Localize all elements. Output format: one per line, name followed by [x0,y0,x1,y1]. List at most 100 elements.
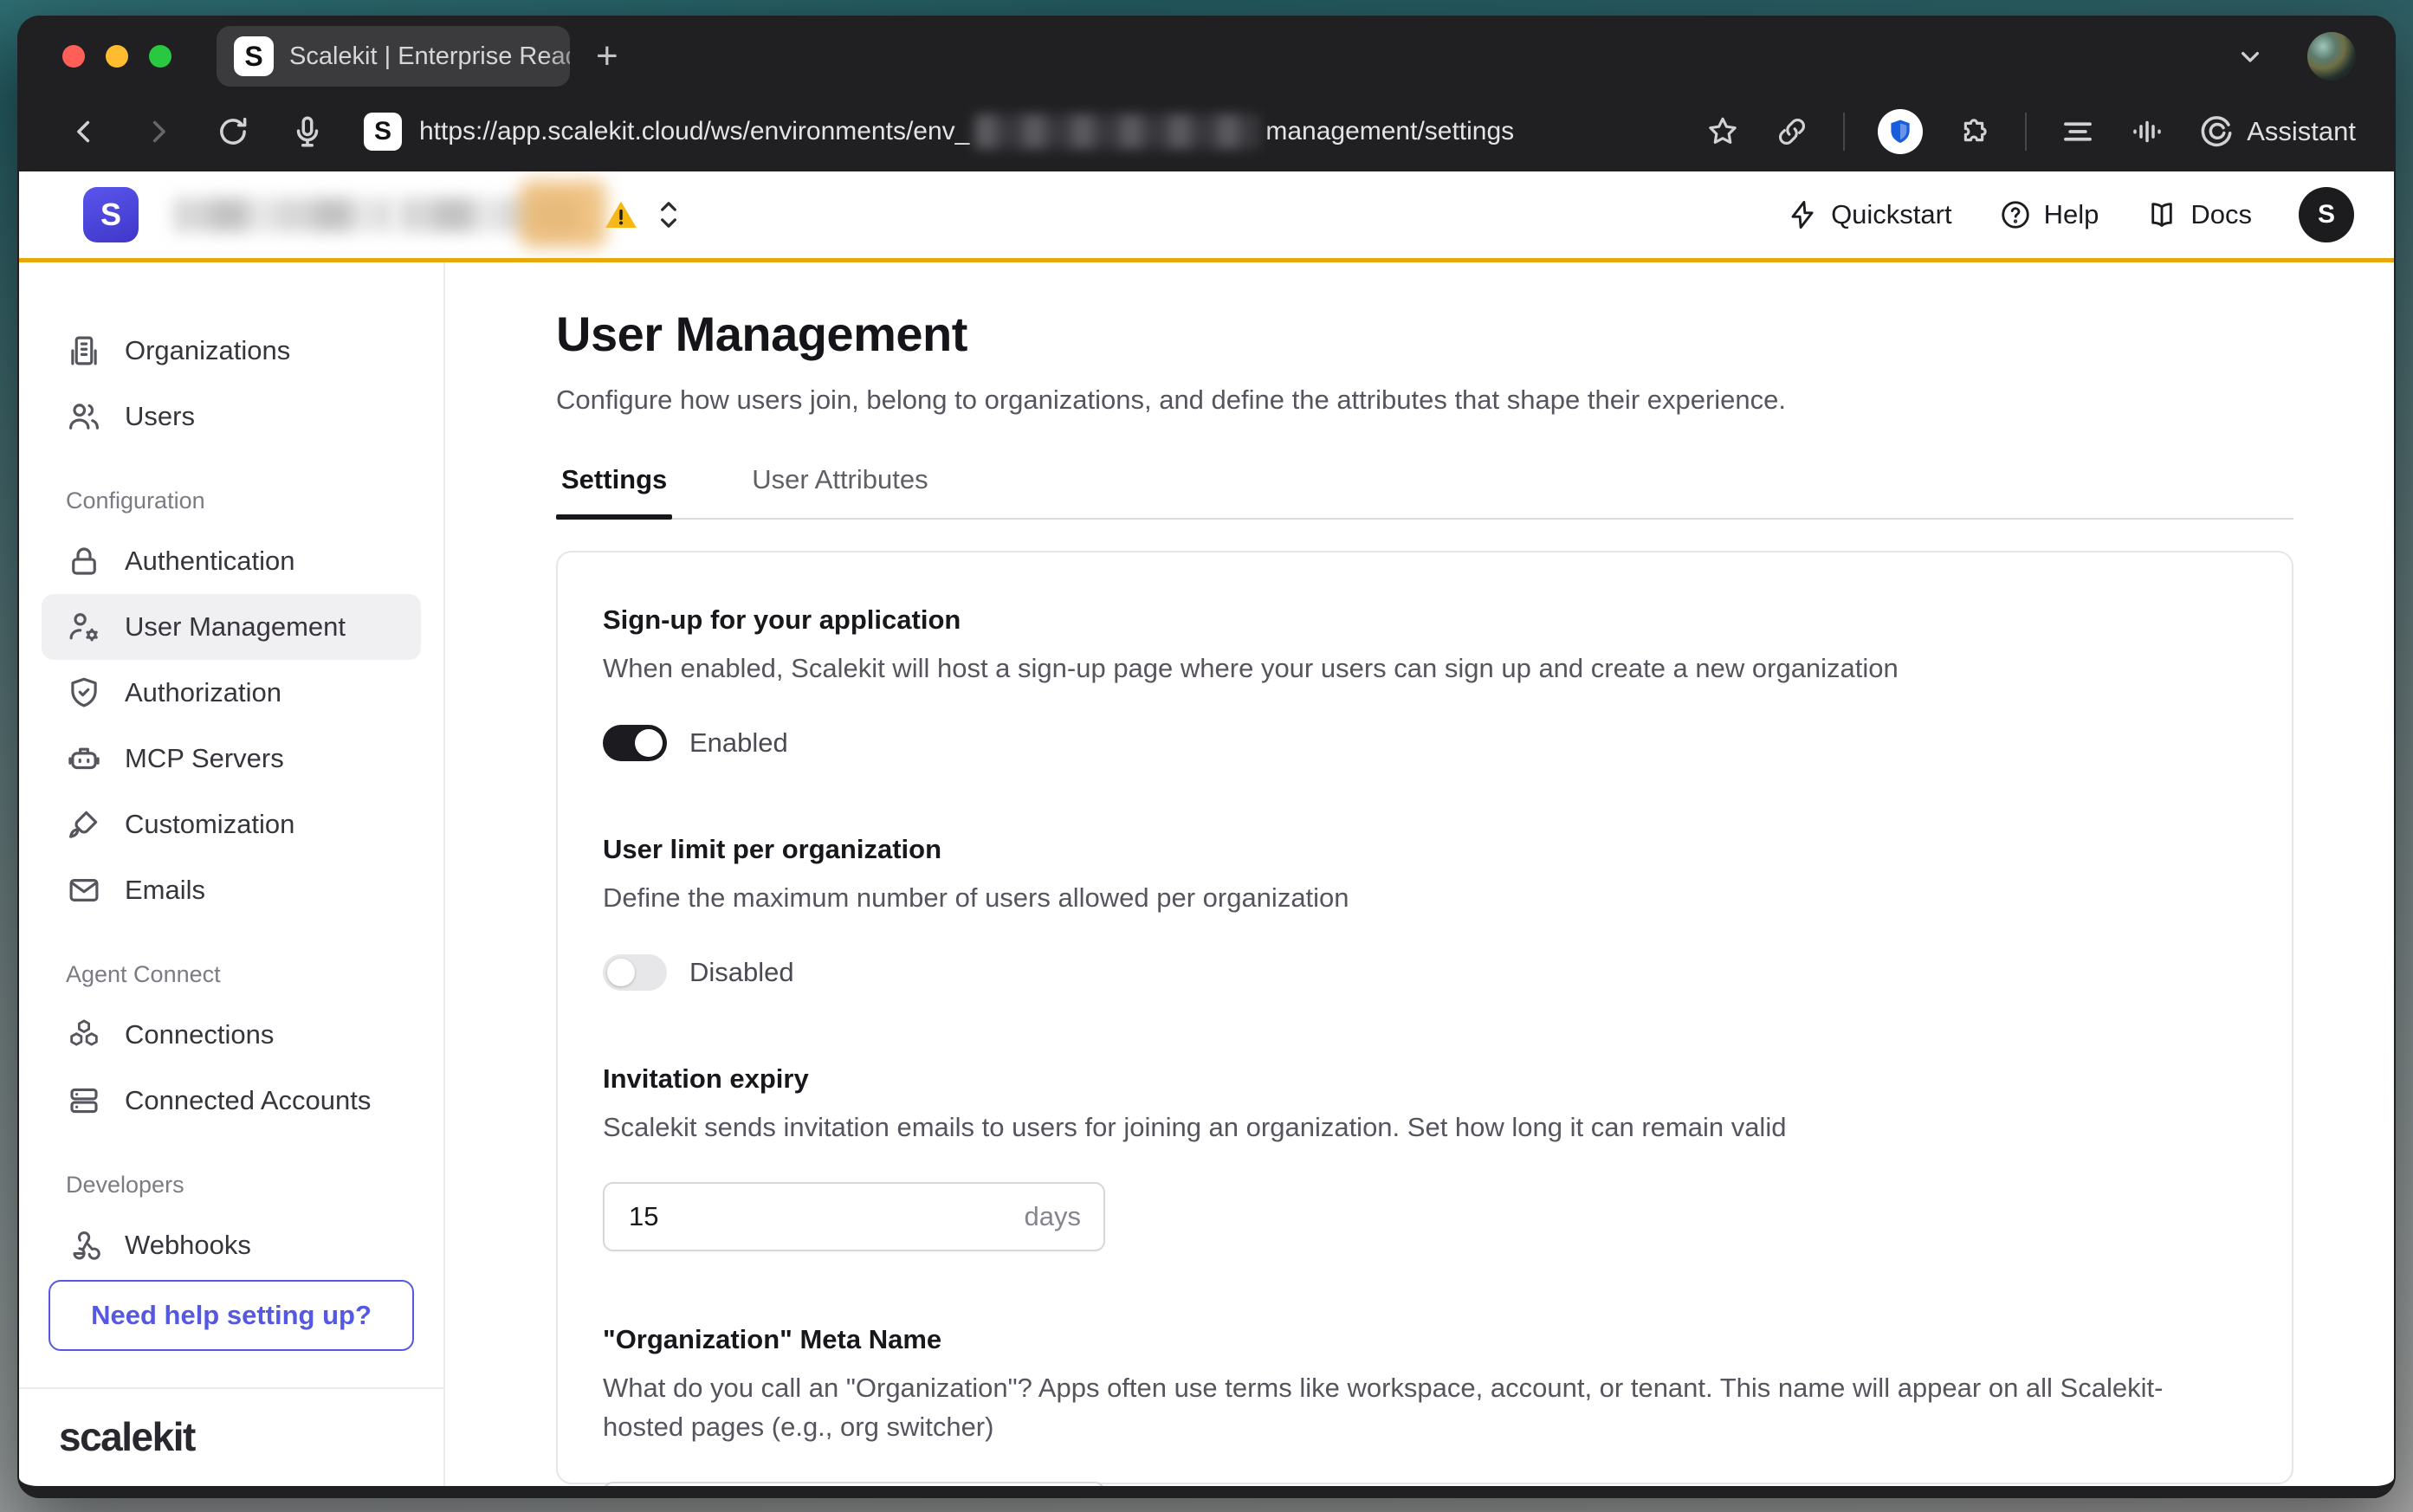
server-stack-icon [66,1082,102,1119]
site-favicon: S [364,113,402,151]
need-help-button[interactable]: Need help setting up? [49,1280,414,1351]
url-prefix: https://app.scalekit.cloud/ws/environmen… [419,117,969,146]
lock-icon [66,543,102,579]
url-redacted-segment [974,114,1260,149]
page-subtitle: Configure how users join, belong to orga… [556,384,2394,416]
app-header: S Quickstart Help [19,171,2394,258]
tab-settings[interactable]: Settings [556,464,672,518]
section-title: User limit per organization [603,834,2247,865]
address-bar[interactable]: https://app.scalekit.cloud/ws/environmen… [419,114,1679,149]
user-limit-toggle[interactable] [603,954,667,991]
sidebar-item-customization[interactable]: Customization [42,792,421,857]
quickstart-button[interactable]: Quickstart [1786,198,1952,231]
webhook-icon [66,1227,102,1263]
bitwarden-extension-icon[interactable] [1878,109,1923,154]
help-button[interactable]: Help [1999,198,2099,231]
section-title: Invitation expiry [603,1063,2247,1095]
forward-icon[interactable] [140,113,177,150]
sidebar-item-mcp-servers[interactable]: MCP Servers [42,726,421,792]
section-description: When enabled, Scalekit will host a sign-… [603,649,2231,688]
signup-toggle-label: Enabled [689,727,788,759]
sidebar-item-authentication[interactable]: Authentication [42,528,421,594]
page-title: User Management [556,306,2394,362]
app-viewport: S Quickstart Help [17,171,2396,1498]
browser-tab[interactable]: S Scalekit | Enterprise Ready A [217,26,570,87]
sidebar-item-users[interactable]: Users [42,384,421,449]
section-description: Scalekit sends invitation emails to user… [603,1108,2231,1147]
reload-icon[interactable] [215,113,251,150]
sidebar-item-connected-accounts[interactable]: Connected Accounts [42,1068,421,1134]
shield-check-icon [66,675,102,711]
desktop-background: S Scalekit | Enterprise Ready A + S http… [0,0,2413,1512]
redacted-badge-block [520,180,606,248]
toolbar-divider [2025,113,2027,151]
section-signup: Sign-up for your application When enable… [603,604,2247,761]
user-limit-toggle-label: Disabled [689,957,794,988]
back-icon[interactable] [66,113,102,150]
tab-title: Scalekit | Enterprise Ready A [289,42,570,71]
redacted-text-block [173,197,391,232]
browser-profile-avatar[interactable] [2307,32,2356,81]
docs-button[interactable]: Docs [2145,198,2252,231]
section-org-meta-name: "Organization" Meta Name What do you cal… [603,1324,2247,1486]
invitation-expiry-input[interactable] [603,1182,1105,1251]
window-controls [17,45,171,68]
tab-favicon: S [234,36,274,76]
signup-toggle[interactable] [603,725,667,761]
reading-list-icon[interactable] [2060,113,2096,150]
sidebar-item-authorization[interactable]: Authorization [42,660,421,726]
assistant-button[interactable]: Assistant [2198,113,2356,150]
section-title: Sign-up for your application [603,604,2247,636]
url-suffix: management/settings [1265,117,1514,146]
copy-link-icon[interactable] [1774,113,1810,150]
robot-icon [66,740,102,777]
toggle-knob [607,959,635,986]
org-meta-name-input[interactable] [603,1482,1105,1486]
toolbar-divider [1843,113,1845,151]
sidebar-item-connections[interactable]: Connections [42,1002,421,1068]
scalekit-logo-badge: S [83,187,139,242]
sidebar-group-agent-connect: Agent Connect [42,961,421,988]
paintbrush-icon [66,806,102,843]
tab-user-attributes[interactable]: User Attributes [747,464,933,518]
sidebar-item-organizations[interactable]: Organizations [42,318,421,384]
envelope-icon [66,872,102,908]
bookmark-star-icon[interactable] [1705,113,1741,150]
main-content: User Management Configure how users join… [445,262,2394,1486]
zoom-window-button[interactable] [149,45,171,68]
users-icon [66,398,102,435]
section-user-limit: User limit per organization Define the m… [603,834,2247,991]
extensions-puzzle-icon[interactable] [1956,113,1992,150]
sidebar-item-webhooks[interactable]: Webhooks [42,1212,421,1278]
sidebar-item-user-management[interactable]: User Management [42,594,421,660]
settings-tabs: Settings User Attributes [556,464,2293,520]
section-invitation-expiry: Invitation expiry Scalekit sends invitat… [603,1063,2247,1251]
browser-toolbar: S https://app.scalekit.cloud/ws/environm… [17,97,2396,171]
user-gear-icon [66,609,102,645]
minimize-window-button[interactable] [106,45,128,68]
microphone-icon[interactable] [289,113,326,150]
sidebar-group-developers: Developers [42,1172,421,1199]
browser-tab-strip: S Scalekit | Enterprise Ready A + [17,16,2396,97]
sidebar-footer: scalekit [19,1387,443,1486]
tab-list-chevron-icon[interactable] [2233,39,2267,74]
section-description: Define the maximum number of users allow… [603,879,2231,918]
user-avatar[interactable]: S [2299,187,2354,242]
scalekit-wordmark: scalekit [59,1413,404,1460]
environment-warning-icon [603,197,639,233]
section-title: "Organization" Meta Name [603,1324,2247,1355]
voice-bars-icon[interactable] [2129,113,2165,150]
sidebar: Organizations Users Configuration Authen… [19,262,445,1486]
sidebar-item-emails[interactable]: Emails [42,857,421,923]
building-icon [66,333,102,369]
toggle-knob [635,729,663,757]
lightning-icon [1786,198,1819,231]
book-icon [2145,198,2178,231]
assistant-icon [2198,113,2235,150]
environment-switcher-icon[interactable] [653,196,684,234]
close-window-button[interactable] [62,45,85,68]
question-circle-icon [1999,198,2032,231]
section-description: What do you call an "Organization"? Apps… [603,1369,2231,1447]
new-tab-button[interactable]: + [596,37,618,75]
environment-name-redacted[interactable] [173,187,580,242]
